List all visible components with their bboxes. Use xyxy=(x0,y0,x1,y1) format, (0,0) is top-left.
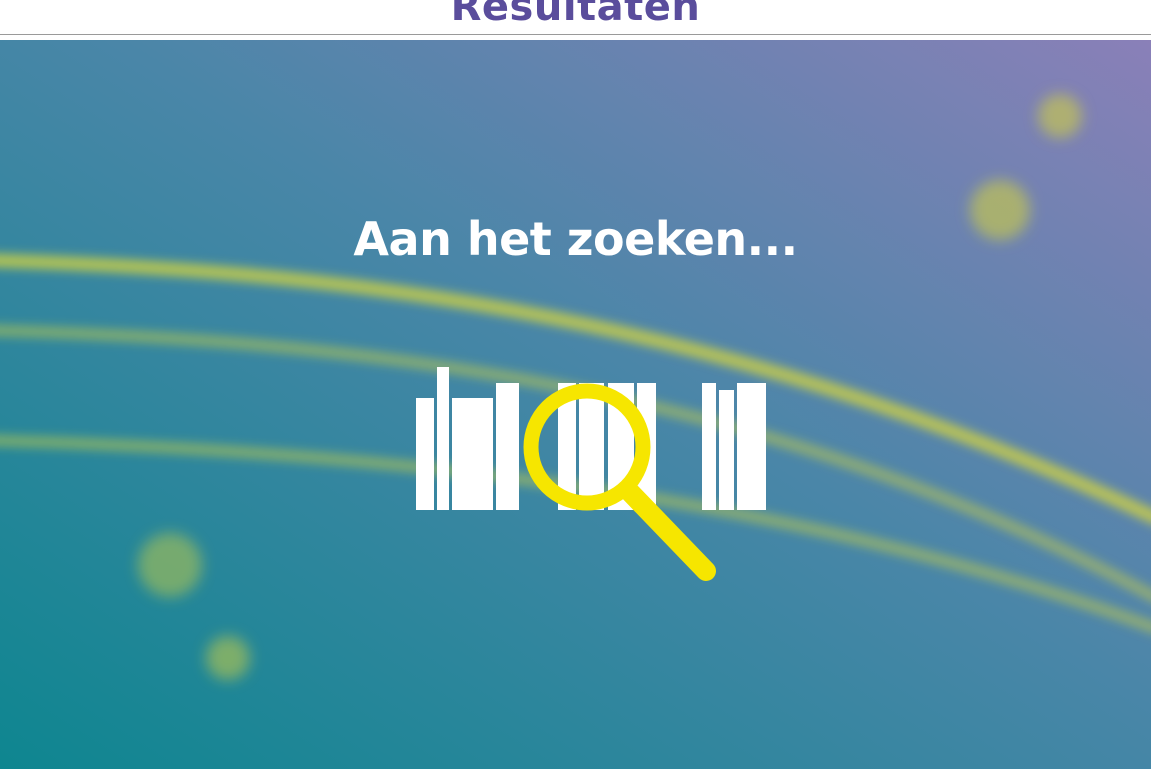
search-illustration xyxy=(416,367,766,581)
header-bar: Resultaten xyxy=(0,0,1151,35)
searching-status-text: Aan het zoeken... xyxy=(353,212,798,266)
page-title: Resultaten xyxy=(450,0,701,30)
loading-panel: Aan het zoeken... xyxy=(0,40,1151,769)
